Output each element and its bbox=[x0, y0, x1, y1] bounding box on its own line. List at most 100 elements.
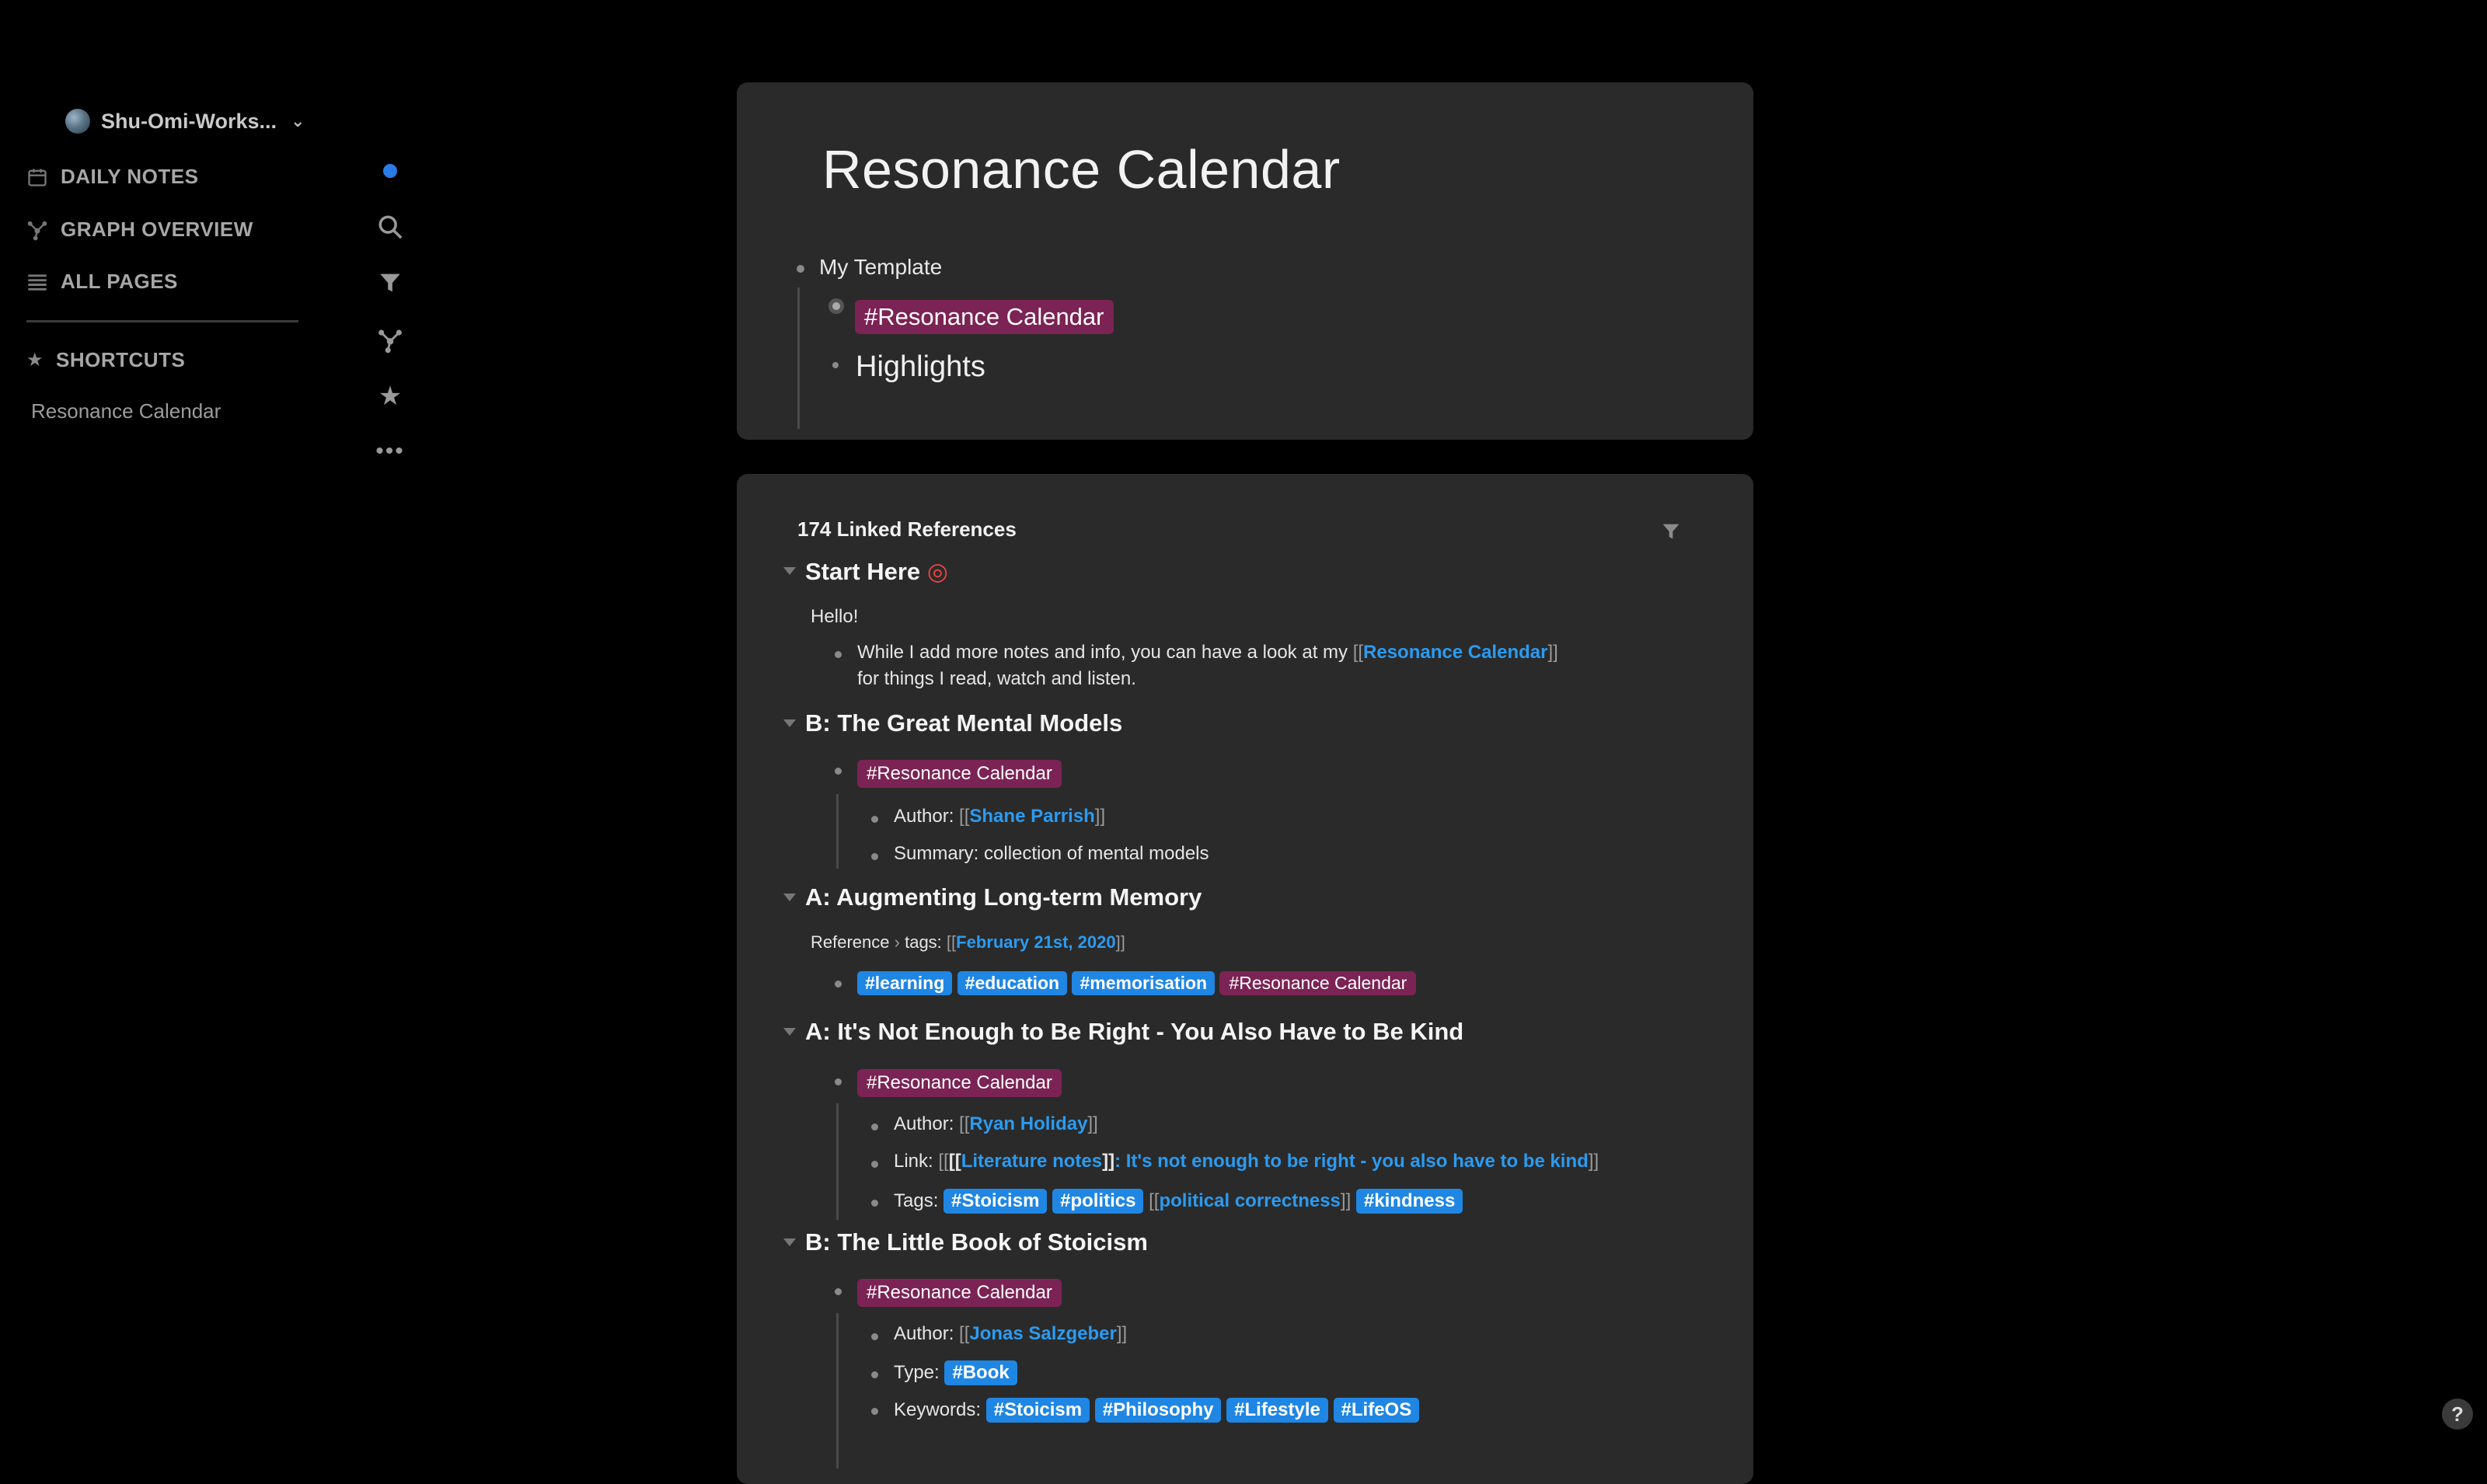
workspace-name: Shu-Omi-Works... bbox=[101, 109, 277, 133]
collapsed-bullet[interactable] bbox=[828, 298, 844, 314]
tag[interactable]: #Book bbox=[944, 1360, 1017, 1385]
collapse-toggle[interactable] bbox=[783, 1028, 796, 1036]
collapse-toggle[interactable] bbox=[783, 567, 796, 575]
tag[interactable]: #Resonance Calendar bbox=[857, 1069, 1062, 1097]
ref-page-title[interactable]: B: The Great Mental Models bbox=[805, 709, 1122, 737]
date-link[interactable]: February 21st, 2020 bbox=[956, 932, 1115, 952]
filter-icon[interactable] bbox=[1660, 521, 1682, 542]
search-icon[interactable] bbox=[371, 211, 409, 242]
author-line[interactable]: Author: [[Jonas Salzgeber]] bbox=[894, 1323, 1127, 1345]
sidebar-divider bbox=[26, 320, 298, 322]
tag[interactable]: #kindness bbox=[1355, 1189, 1463, 1214]
ref-page-title[interactable]: A: It's Not Enough to Be Right - You Als… bbox=[805, 1018, 1463, 1046]
tag[interactable]: #education bbox=[957, 971, 1068, 995]
tag[interactable]: #memorisation bbox=[1072, 971, 1216, 995]
bullet[interactable] bbox=[871, 1161, 878, 1168]
tag[interactable]: #politics bbox=[1052, 1189, 1144, 1214]
nav-graph-overview[interactable]: GRAPH OVERVIEW bbox=[26, 218, 253, 242]
calendar-icon bbox=[28, 169, 47, 186]
tag[interactable]: #learning bbox=[857, 971, 953, 995]
bullet[interactable] bbox=[871, 1200, 878, 1207]
hello-text[interactable]: Hello! bbox=[811, 606, 858, 628]
page-link[interactable]: Literature notes bbox=[961, 1151, 1102, 1172]
chevron-down-icon: ⌄ bbox=[291, 111, 305, 131]
chevron-right-icon: › bbox=[894, 932, 900, 952]
tag[interactable]: #Resonance Calendar bbox=[1219, 971, 1417, 995]
bullet[interactable] bbox=[871, 816, 878, 823]
indent-guide bbox=[836, 1103, 839, 1220]
linked-references-panel: 174 Linked References Start Here ◎ Hello… bbox=[737, 474, 1753, 1484]
keywords-line[interactable]: Keywords: #Stoicism #Philosophy #Lifesty… bbox=[894, 1398, 1420, 1423]
ref-page-title[interactable]: B: The Little Book of Stoicism bbox=[805, 1228, 1148, 1256]
breadcrumb[interactable]: Reference › tags: [[February 21st, 2020]… bbox=[811, 932, 1125, 953]
tag[interactable]: #Lifestyle bbox=[1226, 1398, 1328, 1423]
page-link[interactable]: Jonas Salzgeber bbox=[969, 1323, 1116, 1344]
more-icon[interactable]: ••• bbox=[371, 438, 409, 464]
block-text[interactable]: While I add more notes and info, you can… bbox=[857, 642, 1558, 664]
tags-line[interactable]: Tags: #Stoicism #politics [[political co… bbox=[894, 1189, 1463, 1214]
graph-icon bbox=[27, 221, 47, 240]
bullet[interactable] bbox=[797, 265, 804, 273]
nav-all-pages-label: ALL PAGES bbox=[61, 270, 178, 293]
collapse-toggle[interactable] bbox=[783, 719, 796, 727]
bullet[interactable] bbox=[871, 1333, 878, 1340]
bullet[interactable] bbox=[835, 1288, 842, 1295]
bullet[interactable] bbox=[832, 362, 839, 368]
page-link[interactable]: political correctness bbox=[1159, 1190, 1340, 1211]
bullet[interactable] bbox=[835, 768, 842, 775]
bullet[interactable] bbox=[871, 1371, 878, 1378]
tag[interactable]: #Resonance Calendar bbox=[857, 760, 1062, 788]
page-title[interactable]: Resonance Calendar bbox=[822, 138, 1341, 200]
linked-references-count: 174 Linked References bbox=[797, 517, 1017, 541]
page-panel: Resonance Calendar My Template #Resonanc… bbox=[737, 82, 1753, 440]
tag-row[interactable]: #learning #education #memorisation #Reso… bbox=[857, 971, 1417, 995]
bullet[interactable] bbox=[835, 1078, 842, 1085]
graph-icon[interactable] bbox=[371, 325, 409, 356]
dart-icon: ◎ bbox=[926, 558, 948, 585]
block-text-cont: for things I read, watch and listen. bbox=[857, 668, 1136, 689]
page-link[interactable]: Shane Parrish bbox=[969, 806, 1094, 827]
shortcut-resonance-calendar[interactable]: Resonance Calendar bbox=[31, 399, 221, 423]
nav-daily-notes[interactable]: DAILY NOTES bbox=[26, 165, 198, 189]
nav-daily-notes-label: DAILY NOTES bbox=[61, 165, 199, 188]
type-line[interactable]: Type: #Book bbox=[894, 1360, 1017, 1385]
bullet[interactable] bbox=[871, 1123, 878, 1130]
link-line[interactable]: Link: [[[[Literature notes]]: It's not e… bbox=[894, 1151, 1599, 1172]
summary-line[interactable]: Summary: collection of mental models bbox=[894, 843, 1209, 865]
collapse-toggle[interactable] bbox=[783, 894, 796, 901]
tag[interactable]: #LifeOS bbox=[1333, 1398, 1420, 1423]
indent-guide bbox=[836, 794, 839, 869]
tag[interactable]: #Stoicism bbox=[985, 1398, 1090, 1423]
shortcuts-label: SHORTCUTS bbox=[56, 348, 186, 371]
left-sidebar: Shu-Omi-Works... ⌄ DAILY NOTES GRAPH OVE… bbox=[0, 0, 326, 1443]
tag[interactable]: #Philosophy bbox=[1094, 1398, 1222, 1423]
indent-guide bbox=[797, 287, 800, 429]
list-icon bbox=[28, 273, 47, 291]
page-link[interactable]: Resonance Calendar bbox=[1363, 642, 1547, 663]
bullet[interactable] bbox=[871, 853, 878, 860]
bullet[interactable] bbox=[871, 1408, 878, 1415]
author-line[interactable]: Author: [[Shane Parrish]] bbox=[894, 806, 1105, 827]
bullet[interactable] bbox=[835, 651, 842, 658]
star-icon[interactable]: ★ bbox=[371, 381, 409, 412]
template-tag[interactable]: #Resonance Calendar bbox=[855, 300, 1114, 334]
workspace-switcher[interactable]: Shu-Omi-Works... ⌄ bbox=[65, 109, 305, 134]
bullet[interactable] bbox=[835, 981, 842, 988]
sync-status-dot bbox=[371, 162, 409, 180]
filter-icon[interactable] bbox=[371, 267, 409, 298]
indent-guide bbox=[836, 1313, 839, 1468]
highlights-heading[interactable]: Highlights bbox=[856, 350, 985, 384]
page-link[interactable]: It's not enough to be right - you also h… bbox=[1126, 1151, 1589, 1172]
tag[interactable]: #Resonance Calendar bbox=[857, 1279, 1062, 1307]
ref-page-title[interactable]: Start Here ◎ bbox=[805, 558, 948, 586]
ref-page-title[interactable]: A: Augmenting Long-term Memory bbox=[805, 883, 1202, 911]
star-icon: ★ bbox=[26, 350, 44, 371]
nav-graph-overview-label: GRAPH OVERVIEW bbox=[61, 218, 253, 241]
tag[interactable]: #Stoicism bbox=[944, 1189, 1048, 1214]
collapse-toggle[interactable] bbox=[783, 1238, 796, 1246]
nav-all-pages[interactable]: ALL PAGES bbox=[26, 270, 178, 294]
page-link[interactable]: Ryan Holiday bbox=[969, 1113, 1087, 1134]
author-line[interactable]: Author: [[Ryan Holiday]] bbox=[894, 1113, 1098, 1135]
help-button[interactable]: ? bbox=[2442, 1399, 2473, 1430]
template-label[interactable]: My Template bbox=[819, 255, 942, 280]
